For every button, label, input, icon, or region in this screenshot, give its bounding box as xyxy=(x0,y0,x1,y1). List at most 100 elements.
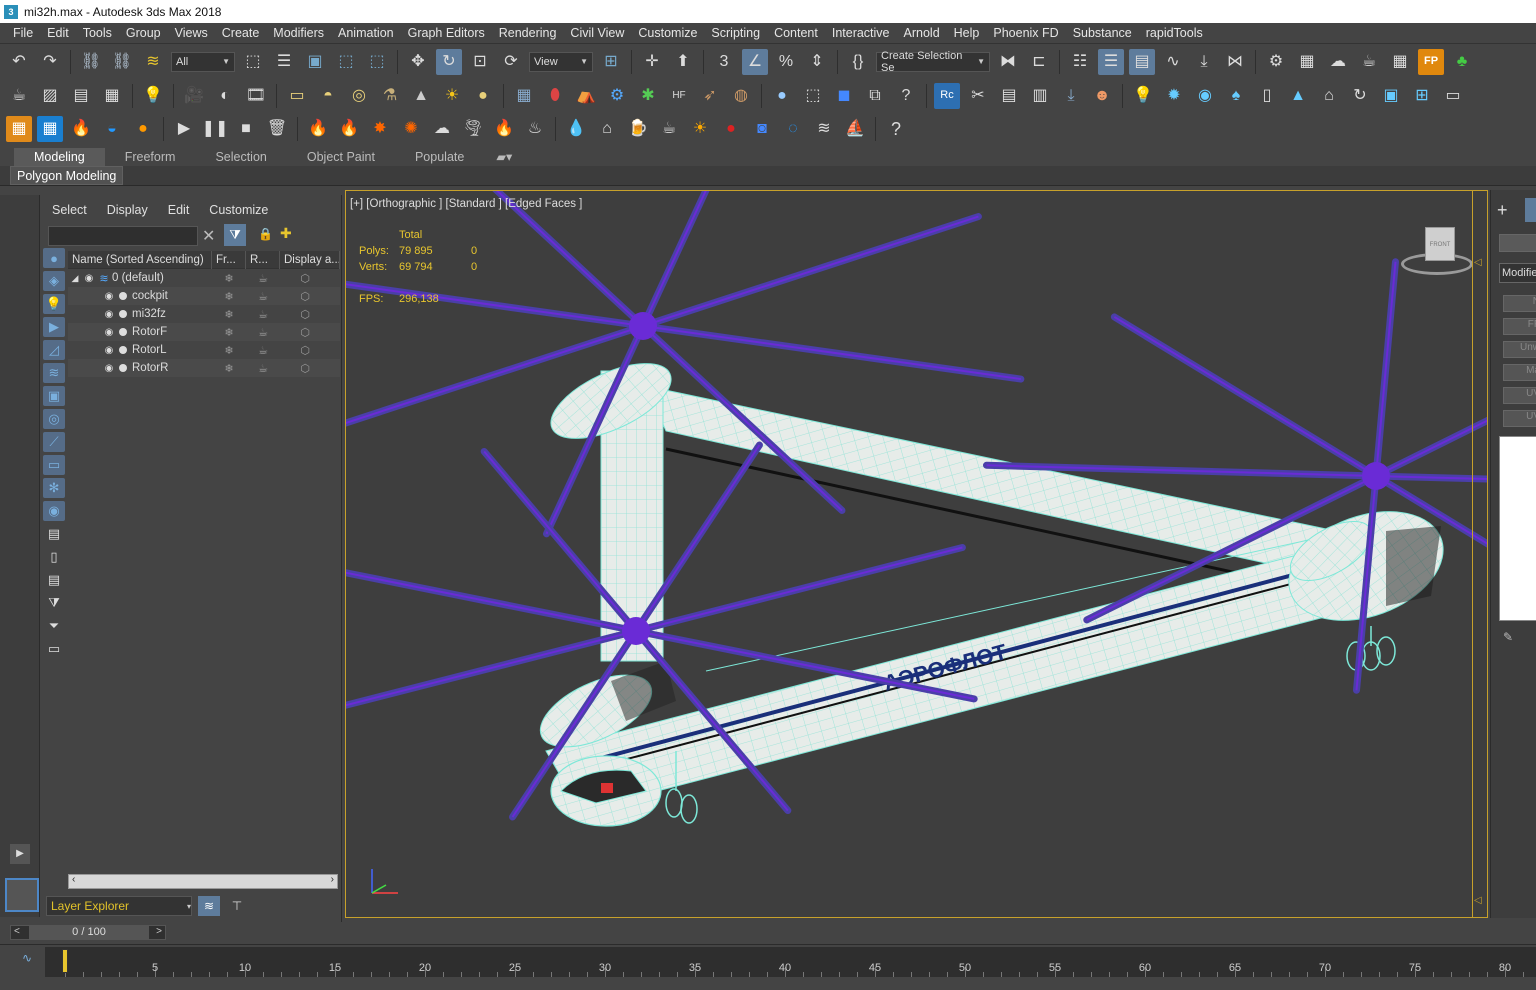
modifier-list-dropdown[interactable]: Modifie xyxy=(1499,263,1536,283)
phoenix-liquid-grid-icon[interactable]: ▦ xyxy=(37,115,63,142)
feather-icon[interactable]: ➶ xyxy=(697,83,723,109)
select-filter-icon[interactable]: ⧩ xyxy=(43,593,65,613)
freeze-icon[interactable]: ❄ xyxy=(212,326,246,339)
display-box-icon[interactable]: ⬡ xyxy=(280,344,330,357)
viewcube-face-label[interactable]: FRONT xyxy=(1425,227,1455,261)
eye-icon[interactable]: ◉ xyxy=(102,345,116,356)
rendered-frame-icon[interactable]: ☁ xyxy=(1325,49,1351,75)
geometry-filter-icon[interactable]: ◈ xyxy=(43,271,65,291)
funnel-icon[interactable]: ⏷ xyxy=(43,616,65,636)
select-manipulate-icon[interactable]: ✛ xyxy=(639,49,665,75)
eye-icon[interactable]: ◉ xyxy=(82,273,96,284)
snaps-toggle-icon[interactable]: 3 xyxy=(711,49,737,75)
freeze-icon[interactable]: ❄ xyxy=(212,272,246,285)
beer-icon[interactable]: 🍺 xyxy=(625,116,651,142)
display-box-icon[interactable]: ⬡ xyxy=(280,362,330,375)
explorer-menu-display[interactable]: Display xyxy=(107,203,148,217)
object-row[interactable]: ◉ RotorF ❄ ☕ ⬡ xyxy=(68,323,340,341)
freeze-icon[interactable]: ❄ xyxy=(212,344,246,357)
bind-space-warp-icon[interactable]: ≋ xyxy=(140,49,166,75)
menu-rendering[interactable]: Rendering xyxy=(492,26,564,40)
filter-icon[interactable]: ⧩ xyxy=(224,224,246,246)
sun-icon[interactable]: ☀ xyxy=(439,83,465,109)
trash-icon[interactable]: 🗑 xyxy=(264,116,290,142)
people-icon[interactable]: ☻ xyxy=(1089,83,1115,109)
menu-customize[interactable]: Customize xyxy=(631,26,704,40)
ribbon-options-icon[interactable]: ▰▾ xyxy=(484,147,524,166)
camera-rig-icon[interactable]: ◉ xyxy=(1192,83,1218,109)
eye-icon[interactable]: ◉ xyxy=(102,291,116,302)
modifier-button-4[interactable]: Ma xyxy=(1503,364,1536,381)
pause-icon[interactable]: ❚❚ xyxy=(202,116,229,142)
spacewarp-filter-icon[interactable]: ≋ xyxy=(43,363,65,383)
table-icon[interactable]: ▦ xyxy=(99,83,125,109)
fire-large-icon[interactable]: 🔥 xyxy=(336,116,362,142)
eye-icon[interactable]: ◉ xyxy=(102,363,116,374)
bone-filter-icon[interactable]: ⟋ xyxy=(43,432,65,452)
render-teapot-icon[interactable]: ☕ xyxy=(246,344,280,357)
menu-modifiers[interactable]: Modifiers xyxy=(266,26,331,40)
material-editor-icon[interactable]: ⚙ xyxy=(1263,49,1289,75)
eye-icon[interactable]: ◉ xyxy=(102,309,116,320)
container-filter-icon[interactable]: ▭ xyxy=(43,455,65,475)
grid-mesh-icon[interactable]: ▦ xyxy=(511,83,537,109)
menu-edit[interactable]: Edit xyxy=(40,26,76,40)
tab-freeform[interactable]: Freeform xyxy=(105,148,196,166)
redo-icon[interactable]: ↷ xyxy=(37,49,63,75)
display-ref-icon[interactable]: ▤ xyxy=(43,570,65,590)
help-icon[interactable]: ? xyxy=(883,116,909,142)
angle-snap-icon[interactable]: ∠ xyxy=(742,48,768,75)
prev-frame-icon[interactable]: < xyxy=(14,926,20,937)
sheet-icon[interactable]: ▤ xyxy=(996,83,1022,109)
spinner-snap-icon[interactable]: ⇕ xyxy=(804,49,830,75)
window-icon[interactable]: ▣ xyxy=(1378,83,1404,109)
create-tab-icon[interactable]: + xyxy=(1497,200,1508,221)
render-grid-icon[interactable]: ▦ xyxy=(1387,49,1413,75)
rect-selection-icon[interactable]: ▣ xyxy=(302,49,328,75)
display-box-icon[interactable]: ⬡ xyxy=(280,308,330,321)
move-icon[interactable]: ✥ xyxy=(405,49,431,75)
rotate-icon[interactable]: ↻ xyxy=(436,48,462,75)
col-frozen[interactable]: Fr... xyxy=(212,250,246,269)
select-object-icon[interactable]: ⬚ xyxy=(240,49,266,75)
menu-group[interactable]: Group xyxy=(119,26,168,40)
teapot-icon[interactable]: ☕ xyxy=(6,83,32,109)
modify-tab-icon[interactable] xyxy=(1525,198,1536,222)
menu-help[interactable]: Help xyxy=(947,26,987,40)
object-row[interactable]: ◉ mi32fz ❄ ☕ ⬡ xyxy=(68,305,340,323)
edit-named-selection-icon[interactable]: {} xyxy=(845,49,871,75)
explorer-menu-select[interactable]: Select xyxy=(52,203,87,217)
select-move-icon[interactable]: ⬚ xyxy=(364,49,390,75)
screen-icon[interactable]: ▭ xyxy=(1440,83,1466,109)
col-name[interactable]: Name (Sorted Ascending) xyxy=(68,250,212,269)
align-icon[interactable]: ⊏ xyxy=(1026,49,1052,75)
sphere-light-icon[interactable]: ● xyxy=(470,83,496,109)
wave-sun-icon[interactable]: ☀ xyxy=(687,116,713,142)
render-teapot-icon[interactable]: ☕ xyxy=(246,308,280,321)
shape-filter-icon[interactable]: ◿ xyxy=(43,340,65,360)
helper-filter-icon[interactable]: ▣ xyxy=(43,386,65,406)
window-crossing-icon[interactable]: ⬚ xyxy=(333,49,359,75)
explorer-menu-customize[interactable]: Customize xyxy=(209,203,268,217)
display-influences-icon[interactable]: ▯ xyxy=(43,547,65,567)
menu-interactive[interactable]: Interactive xyxy=(825,26,897,40)
blue-frame-icon[interactable]: ◙ xyxy=(749,116,775,142)
display-box-icon[interactable]: ⬡ xyxy=(280,326,330,339)
scroll-left-icon[interactable]: ‹ xyxy=(72,874,75,885)
viewport-layout-icon[interactable] xyxy=(5,878,39,912)
next-frame-icon[interactable]: > xyxy=(156,926,162,937)
splash-icon[interactable]: ◌ xyxy=(780,116,806,142)
modifier-button-6[interactable]: UV xyxy=(1503,410,1536,427)
liquid-source-icon[interactable]: ◒ xyxy=(99,116,125,142)
cone-icon[interactable]: ▲ xyxy=(408,83,434,109)
candle-icon[interactable]: 🔥 xyxy=(491,116,517,142)
stop-icon[interactable]: ■ xyxy=(233,116,259,142)
image-icon[interactable]: ▨ xyxy=(37,83,63,109)
tent-icon[interactable]: ⛺ xyxy=(573,83,599,109)
object-row[interactable]: ◉ RotorL ❄ ☕ ⬡ xyxy=(68,341,340,359)
phoenix-grid-icon[interactable]: ▦ xyxy=(6,115,32,142)
import-icon[interactable]: ⤓ xyxy=(1058,83,1084,109)
tab-object-paint[interactable]: Object Paint xyxy=(287,148,395,166)
circle-arrow-icon[interactable]: ↻ xyxy=(1347,83,1373,109)
explosion-icon[interactable]: ✸ xyxy=(367,116,393,142)
